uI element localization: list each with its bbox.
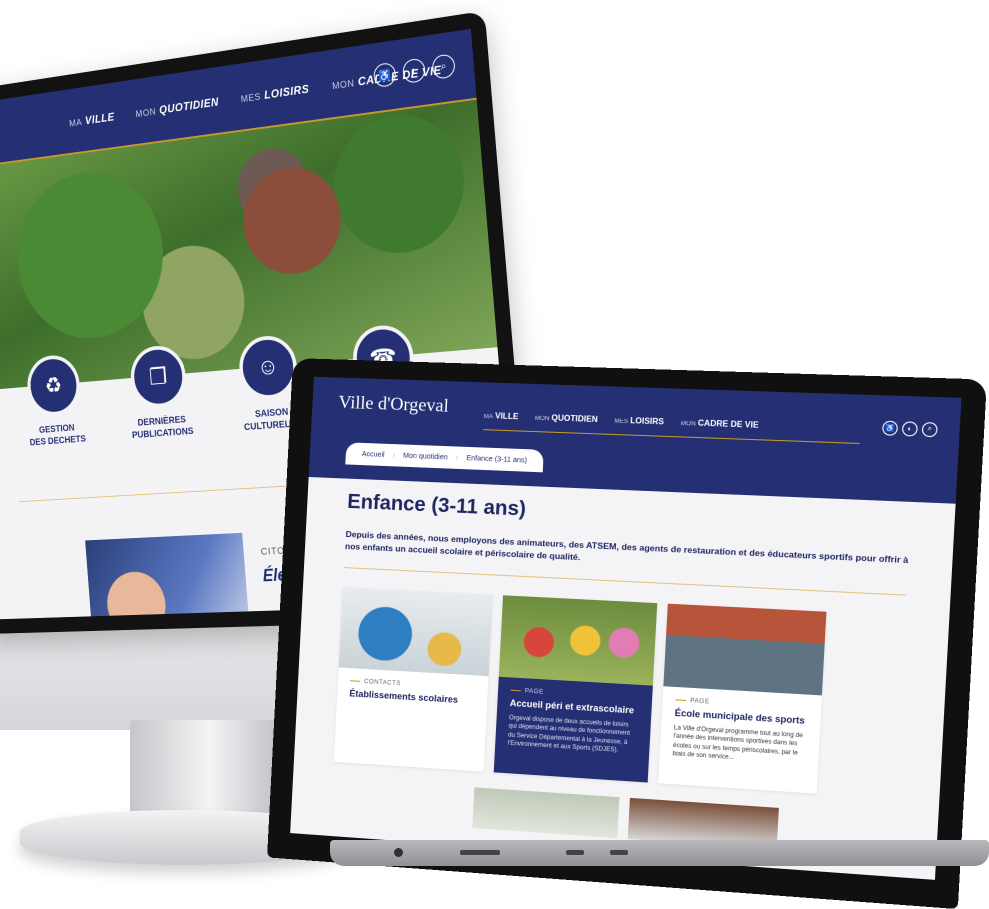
laptop-main-menu: MA VILLE MON QUOTIDIEN MES LOISIRS MON CADRE… (484, 411, 759, 430)
laptop-gold-rule (483, 429, 860, 444)
card-accueil-periscolaire[interactable]: PAGE Accueil péri et extrascolaire Orgev… (493, 595, 658, 783)
search-icon[interactable]: ⌕ (921, 421, 938, 438)
card-image-gymnasium (663, 603, 827, 696)
theater-masks-icon: ☺ (237, 333, 300, 401)
search-icon[interactable]: ⌕ (431, 53, 456, 80)
card-title: École municipale des sports (674, 707, 806, 726)
desktop-nav-mes-loisirs[interactable]: MES LOISIRS (240, 82, 310, 105)
desktop-nav-mon-quotidien[interactable]: MON QUOTIDIEN (135, 95, 219, 120)
desktop-nav-ma-ville[interactable]: MA VILLE (69, 110, 115, 129)
accessibility-icon[interactable]: ♿ (372, 61, 397, 89)
site-logo[interactable]: Ville d'Orgeval (338, 392, 449, 417)
news-photo (85, 532, 252, 620)
breadcrumb-separator: › (455, 454, 459, 462)
breadcrumb-current: Enfance (3-11 ans) (466, 454, 528, 465)
monitor-stand-back (0, 620, 300, 730)
laptop-port-dot (394, 848, 403, 857)
laptop-nav-ma-ville[interactable]: MA VILLE (484, 411, 519, 421)
card-title: Établissements scolaires (349, 688, 459, 705)
accessibility-icon[interactable]: ♿ (881, 420, 899, 436)
card-ecole-municipale-sports[interactable]: PAGE École municipale des sports La Vill… (658, 603, 827, 794)
breadcrumb-home[interactable]: Accueil (362, 450, 385, 458)
laptop-port-slot (460, 850, 500, 855)
ear-icon[interactable]: ◐ (401, 57, 426, 85)
category-gestion-dechets[interactable]: ♻ GESTION DES DECHETS (8, 352, 102, 450)
card-description: La Ville d'Orgeval programme tout au lon… (672, 725, 803, 762)
card-etablissements-scolaires[interactable]: CONTACTS Établissements scolaires (333, 587, 493, 772)
page-title: Enfance (3-11 ans) (346, 490, 527, 521)
breadcrumb: Accueil › Mon quotidien › Enfance (3-11 … (345, 442, 545, 473)
ear-icon[interactable]: ◐ (901, 421, 918, 437)
book-icon: ❐ (128, 343, 188, 410)
desktop-header-icons: ♿ ◐ ⌕ (372, 53, 456, 89)
category-dernieres-publications[interactable]: ❐ DERNIÈRES PUBLICATIONS (111, 342, 209, 443)
laptop-screen: Ville d'Orgeval MA VILLE MON QUOTIDIEN MES… (290, 376, 962, 880)
laptop-port-slot (610, 850, 628, 855)
laptop-nav-mon-quotidien[interactable]: MON QUOTIDIEN (535, 413, 598, 424)
breadcrumb-mon-quotidien[interactable]: Mon quotidien (403, 452, 448, 461)
card-title: Accueil péri et extrascolaire (509, 697, 635, 716)
card-image-children (498, 595, 658, 686)
recycle-icon: ♻ (25, 353, 82, 418)
card-image-school-bag (338, 587, 493, 677)
card-description: Orgeval dispose de deux accueils de lois… (507, 715, 631, 754)
laptop-header-icons: ♿ ◐ ⌕ (881, 420, 938, 438)
laptop-base (330, 840, 989, 866)
laptop-nav-mes-loisirs[interactable]: MES LOISIRS (614, 415, 664, 426)
laptop: Ville d'Orgeval MA VILLE MON QUOTIDIEN MES… (267, 358, 987, 909)
laptop-nav-mon-cadre-de-vie[interactable]: MON CADRE DE VIE (681, 418, 759, 429)
card-image-preview[interactable] (472, 787, 620, 839)
laptop-navbar: Ville d'Orgeval MA VILLE MON QUOTIDIEN MES… (308, 376, 962, 504)
breadcrumb-separator: › (392, 451, 396, 459)
laptop-port-slot (566, 850, 584, 855)
